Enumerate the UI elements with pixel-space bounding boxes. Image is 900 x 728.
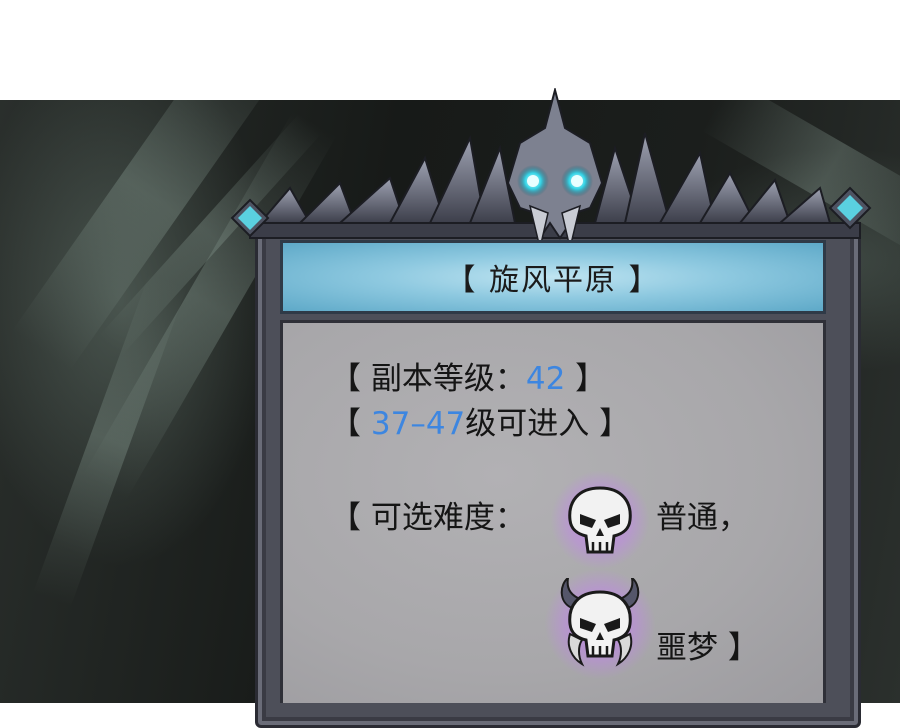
- dungeon-title-bar: 【 旋风平原 】: [280, 240, 826, 314]
- difficulty-nightmare-option[interactable]: [544, 568, 656, 680]
- dungeon-title: 【 旋风平原 】: [445, 263, 661, 298]
- dungeon-level-close: 】: [565, 361, 607, 397]
- skull-crown-icon: [230, 88, 872, 249]
- difficulty-normal-label[interactable]: 普通，: [656, 492, 749, 537]
- difficulty-nightmare-label[interactable]: 噩梦 】: [656, 622, 759, 667]
- difficulty-label: 【 可选难度：: [330, 500, 526, 536]
- dungeon-level-value: 42: [525, 361, 566, 397]
- level-range-max: 47: [425, 406, 466, 442]
- level-range-line: 【 37–47级可进入 】: [330, 398, 630, 443]
- horned-skull-icon: [560, 578, 640, 667]
- level-range-label: 级可进入 】: [465, 406, 631, 442]
- page-top-margin: [0, 0, 900, 100]
- dungeon-level-line: 【 副本等级：42 】: [330, 353, 606, 398]
- skull-icon: [568, 486, 632, 554]
- level-range-min: 37: [370, 406, 411, 442]
- level-range-dash: –: [410, 406, 426, 442]
- level-range-open: 【: [330, 406, 371, 442]
- difficulty-normal-option[interactable]: [550, 470, 650, 570]
- dungeon-level-label: 【 副本等级：: [330, 361, 526, 397]
